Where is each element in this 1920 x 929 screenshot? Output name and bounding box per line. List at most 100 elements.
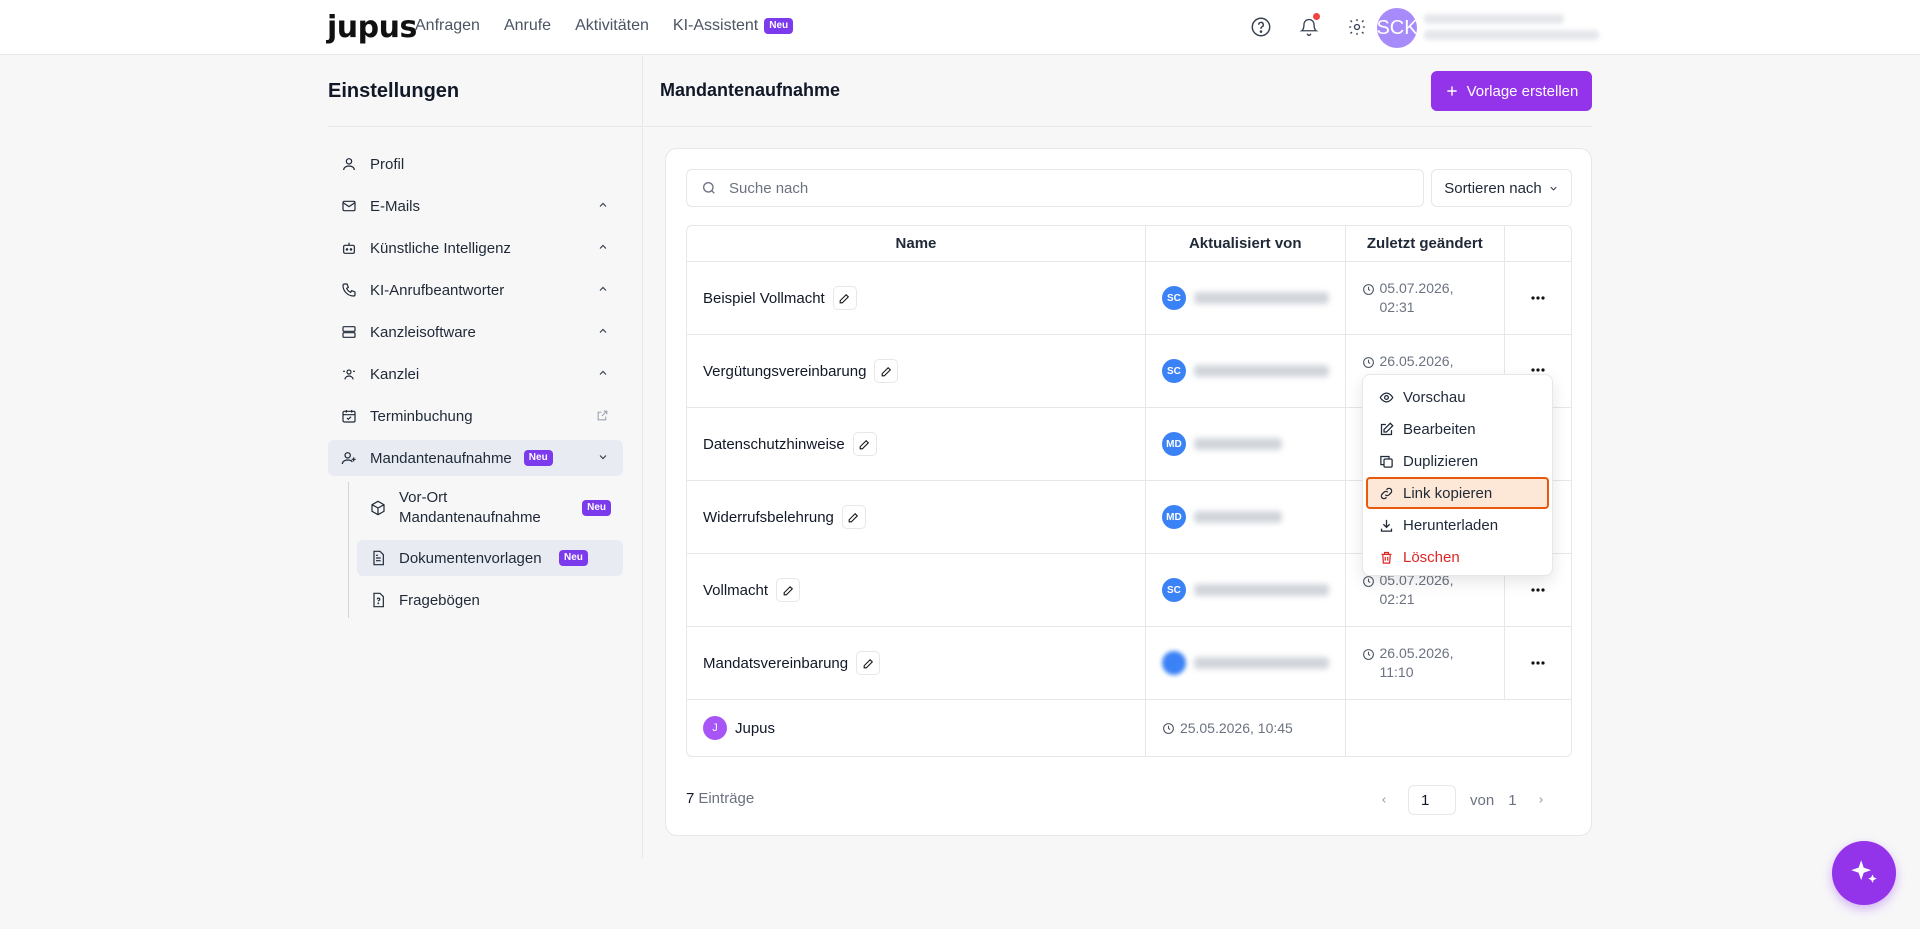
user-avatar[interactable]: SCK — [1376, 8, 1418, 48]
plus-icon — [1446, 86, 1457, 96]
table-row[interactable]: Beispiel Vollmacht SC 05.07.2026, 02:31 — [687, 262, 1571, 335]
date-text: 26.05.2026, — [1379, 352, 1454, 369]
sidebar-item-dokumentenvorlagen[interactable]: Dokumentenvorlagen Neu — [357, 540, 623, 576]
nav-anfragen[interactable]: Anfragen — [415, 17, 480, 35]
pencil-icon — [849, 512, 859, 522]
column-header-name[interactable]: Name — [687, 226, 1146, 261]
chevron-down-icon — [599, 455, 607, 460]
template-name[interactable]: Mandatsvereinbarung — [703, 655, 848, 672]
sparkle-icon — [1851, 860, 1877, 883]
menu-item-label: Link kopieren — [1403, 484, 1493, 502]
menu-item-label: Herunterladen — [1403, 516, 1499, 534]
edit-name-button[interactable] — [776, 578, 801, 602]
next-page-button[interactable] — [1531, 795, 1551, 805]
time-text: 02:31 — [1379, 299, 1415, 315]
menu-item-loeschen[interactable]: Löschen — [1366, 541, 1549, 573]
row-actions-button[interactable] — [1525, 285, 1551, 311]
download-icon — [1380, 519, 1393, 532]
page-input[interactable] — [1408, 785, 1456, 815]
row-actions-button[interactable] — [1525, 577, 1551, 603]
new-badge: Neu — [523, 450, 553, 466]
template-name[interactable]: Vollmacht — [703, 582, 768, 599]
page-title: Mandantenaufnahme — [660, 80, 841, 100]
sidebar-item-frageboegen[interactable]: Fragebögen — [357, 582, 623, 618]
menu-item-bearbeiten[interactable]: Bearbeiten — [1366, 413, 1549, 445]
sidebar-item-terminbuchung[interactable]: Terminbuchung — [328, 398, 623, 434]
edit-name-button[interactable] — [832, 286, 857, 310]
template-name[interactable]: Datenschutzhinweise — [703, 436, 845, 453]
sidebar-item-label: Profil — [370, 155, 405, 173]
edit-name-button[interactable] — [841, 505, 866, 529]
box-icon — [369, 499, 387, 517]
pencil-icon — [783, 585, 793, 595]
menu-item-vorschau[interactable]: Vorschau — [1366, 381, 1549, 413]
redacted-name — [1193, 511, 1282, 523]
user-plus-icon — [340, 449, 358, 467]
redacted-name — [1193, 292, 1329, 304]
pencil-icon — [863, 658, 873, 668]
nav-ki-assistent[interactable]: KI-Assistent Neu — [673, 17, 794, 35]
template-name[interactable]: Beispiel Vollmacht — [703, 290, 825, 307]
search-input[interactable] — [729, 179, 1369, 197]
row-actions-button[interactable] — [1525, 650, 1551, 676]
external-link-icon — [597, 410, 608, 421]
sidebar-item-ki[interactable]: Künstliche Intelligenz — [328, 230, 623, 266]
table-row[interactable]: J Jupus 25.05.2026, 10:45 — [687, 700, 1571, 756]
template-name[interactable]: Jupus — [735, 720, 775, 737]
sidebar-item-kanzlei[interactable]: Kanzlei — [328, 356, 623, 392]
nav-aktivitaeten[interactable]: Aktivitäten — [575, 17, 649, 35]
edit-name-button[interactable] — [852, 432, 877, 456]
redacted-name — [1193, 657, 1329, 669]
ai-assistant-button[interactable] — [1832, 841, 1896, 905]
sort-dropdown[interactable]: Sortieren nach — [1431, 169, 1572, 207]
sidebar-item-profil[interactable]: Profil — [328, 146, 623, 182]
time-text: 11:10 — [1379, 664, 1414, 680]
edit-name-button[interactable] — [874, 359, 899, 383]
bell-icon — [1299, 18, 1319, 36]
user-info-redacted — [1424, 14, 1599, 46]
create-template-button[interactable]: Vorlage erstellen — [1431, 71, 1592, 111]
sort-label: Sortieren nach — [1444, 179, 1542, 197]
menu-item-link-kopieren[interactable]: Link kopieren — [1366, 477, 1549, 509]
sidebar-item-vor-ort-mandantenaufnahme[interactable]: Vor-Ort Mandantenaufnahme Neu — [357, 482, 623, 534]
notifications-button[interactable] — [1296, 13, 1322, 40]
settings-button[interactable] — [1344, 14, 1370, 40]
document-icon — [369, 549, 387, 567]
chevron-left-icon — [1382, 797, 1386, 803]
sidebar-item-label: Vor-Ort Mandantenaufnahme — [399, 489, 541, 526]
notification-dot — [1313, 13, 1320, 20]
menu-item-herunterladen[interactable]: Herunterladen — [1366, 509, 1549, 541]
new-badge: Neu — [582, 500, 611, 516]
table-row[interactable]: Mandatsvereinbarung 26.05.2026, 11:10 — [687, 627, 1571, 700]
chevron-up-icon — [599, 286, 607, 291]
redacted-name — [1193, 438, 1282, 450]
avatar: MD — [1161, 505, 1186, 529]
pencil-icon — [859, 439, 870, 449]
sidebar-item-mandantenaufnahme[interactable]: Mandantenaufnahme Neu — [328, 440, 623, 476]
gear-icon — [1349, 19, 1365, 35]
date-text: 26.05.2026, — [1379, 645, 1454, 661]
column-header-last-modified[interactable]: Zuletzt geändert — [1346, 226, 1506, 261]
redacted-name — [1193, 584, 1329, 596]
sidebar-item-label: Künstliche Intelligenz — [370, 239, 511, 257]
last-modified: 05.07.2026, 02:21 — [1362, 571, 1453, 609]
avatar: SC — [1161, 578, 1186, 602]
previous-page-button[interactable] — [1374, 795, 1394, 805]
jupus-logo[interactable]: jupus — [327, 10, 417, 45]
chevron-up-icon — [599, 244, 607, 249]
menu-item-duplizieren[interactable]: Duplizieren — [1366, 445, 1549, 477]
template-name[interactable]: Widerrufsbelehrung — [703, 509, 834, 526]
sidebar-item-kanzleisoftware[interactable]: Kanzleisoftware — [328, 314, 623, 350]
column-header-updated-by[interactable]: Aktualisiert von — [1146, 226, 1346, 261]
mail-icon — [340, 197, 358, 215]
nav-label: Anfragen — [415, 17, 480, 34]
more-horizontal-icon — [1531, 368, 1545, 372]
nav-anrufe[interactable]: Anrufe — [504, 17, 551, 35]
sidebar-item-label: KI-Anrufbeantworter — [370, 281, 505, 299]
edit-name-button[interactable] — [856, 651, 881, 675]
sidebar-item-emails[interactable]: E-Mails — [328, 188, 623, 224]
sidebar-item-ki-anrufbeantworter[interactable]: KI-Anrufbeantworter — [328, 272, 623, 308]
template-name[interactable]: Vergütungsvereinbarung — [703, 363, 866, 380]
help-button[interactable] — [1248, 14, 1274, 40]
time-text: 02:21 — [1379, 591, 1415, 607]
